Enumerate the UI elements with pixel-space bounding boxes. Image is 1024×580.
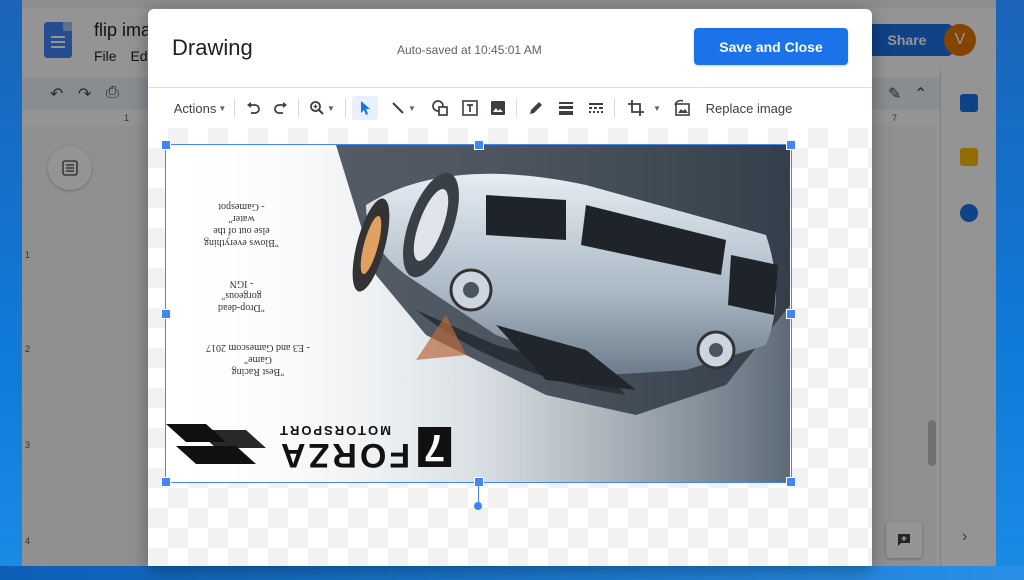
shape-tool-button[interactable]: [428, 96, 452, 120]
quote-gamespot: "Blows everything else out of the water" - …: [204, 201, 279, 248]
resize-handle-e[interactable]: [786, 309, 796, 319]
actions-label: Actions: [173, 100, 217, 116]
reset-image-icon: [674, 99, 690, 116]
resize-handle-se[interactable]: [786, 477, 796, 487]
crop-button[interactable]: ▼: [622, 96, 666, 120]
toolbar-divider: [234, 98, 235, 118]
text-box-icon: [462, 100, 478, 116]
desktop-taskbar-edge: [0, 566, 1024, 580]
drawing-dialog: Drawing Auto-saved at 10:45:01 AM Save a…: [148, 9, 872, 566]
brand-forza: FORZA: [278, 436, 411, 474]
autosave-status: Auto-saved at 10:45:01 AM: [397, 43, 542, 57]
image-button[interactable]: [486, 96, 510, 120]
resize-handle-nw[interactable]: [161, 140, 171, 150]
crop-icon: [628, 100, 645, 116]
border-dash-icon: [589, 103, 603, 113]
replace-image-button[interactable]: Replace image: [704, 96, 794, 120]
undo-icon: [247, 102, 260, 114]
chevron-down-icon: ▼: [218, 103, 227, 113]
chevron-down-icon: ▼: [327, 103, 335, 113]
brand-number: 7: [418, 426, 452, 468]
line-tool-button[interactable]: ▼: [384, 96, 422, 120]
reset-image-button[interactable]: [670, 96, 694, 120]
border-weight-button[interactable]: [554, 96, 578, 120]
resize-handle-ne[interactable]: [786, 140, 796, 150]
border-dash-button[interactable]: [584, 96, 608, 120]
image-icon: [491, 101, 505, 115]
drawing-canvas[interactable]: "Blows everything else out of the water" - …: [148, 128, 872, 566]
resize-handle-sw[interactable]: [161, 477, 171, 487]
toolbar-divider: [516, 98, 517, 118]
redo-icon: [274, 102, 287, 114]
chevron-down-icon: ▼: [653, 103, 661, 113]
forza-wing-logo: [166, 424, 266, 464]
resize-handle-w[interactable]: [161, 309, 171, 319]
actions-menu[interactable]: Actions ▼: [172, 96, 228, 120]
toolbar-divider: [345, 98, 346, 118]
quote-e3: "Best Racing Game" - E3 and Gamescom 2017: [206, 342, 310, 377]
zoom-icon: [310, 101, 324, 115]
flipped-image[interactable]: "Blows everything else out of the water" - …: [166, 145, 790, 482]
quote-ign: "Drop-dead gorgeous" - IGN: [218, 278, 265, 313]
shape-icon: [432, 100, 448, 116]
desktop-background-left: [0, 0, 22, 580]
line-icon: [392, 102, 404, 114]
toolbar-divider: [298, 98, 299, 118]
desktop-background-right: [996, 0, 1024, 580]
brand-motorsport: MOTORSPORT: [278, 423, 391, 438]
cursor-arrow-icon: [361, 101, 370, 115]
pencil-icon: [530, 102, 542, 114]
undo-button[interactable]: [242, 96, 264, 120]
zoom-button[interactable]: ▼: [306, 96, 338, 120]
select-tool-button[interactable]: [352, 96, 378, 120]
border-weight-icon: [559, 102, 573, 115]
border-color-button[interactable]: [524, 96, 548, 120]
resize-handle-s[interactable]: [474, 477, 484, 487]
chevron-down-icon: ▼: [408, 103, 416, 113]
resize-handle-n[interactable]: [474, 140, 484, 150]
save-and-close-button[interactable]: Save and Close: [694, 28, 848, 65]
drawing-toolbar: Actions ▼ ▼ ▼ ▼ Replace image: [148, 87, 872, 129]
redo-button[interactable]: [270, 96, 292, 120]
dialog-title: Drawing: [172, 35, 253, 60]
rotation-handle[interactable]: [474, 502, 482, 510]
text-box-button[interactable]: [458, 96, 482, 120]
toolbar-divider: [614, 98, 615, 118]
